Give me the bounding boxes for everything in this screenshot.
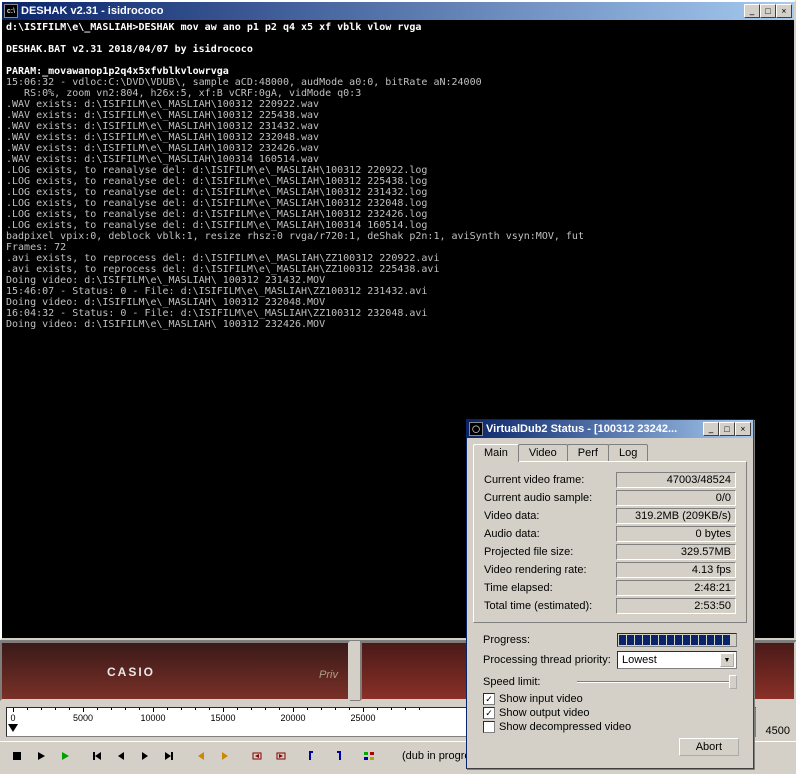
show-input-checkbox[interactable]: ✓ [483, 693, 495, 705]
show-output-checkbox[interactable]: ✓ [483, 707, 495, 719]
priority-dropdown[interactable]: Lowest ▼ [617, 651, 737, 669]
show-output-label: Show output video [499, 707, 590, 719]
mark-in-button[interactable] [302, 745, 324, 767]
status-label: Total time (estimated): [484, 600, 592, 612]
virtualdub-icon: ◯ [469, 422, 483, 436]
status-label: Current video frame: [484, 474, 584, 486]
show-decomp-checkbox[interactable] [483, 721, 495, 733]
status-titlebar[interactable]: ◯ VirtualDub2 Status - [100312 23242... … [467, 420, 753, 438]
show-input-label: Show input video [499, 693, 583, 705]
status-label: Video data: [484, 510, 539, 522]
status-maximize-button[interactable]: □ [719, 422, 735, 436]
cmd-icon: c:\ [4, 4, 18, 18]
progress-bar [617, 633, 737, 647]
timeline-marker[interactable] [8, 724, 18, 734]
tab-perf[interactable]: Perf [567, 444, 609, 461]
tick-label: 20000 [280, 713, 305, 723]
status-label: Time elapsed: [484, 582, 553, 594]
status-tabs: Main Video Perf Log [467, 438, 753, 461]
tick-label: 5000 [73, 713, 93, 723]
status-value: 47003/48524 [616, 472, 736, 488]
status-value: 4.13 fps [616, 562, 736, 578]
tab-main[interactable]: Main [473, 444, 519, 462]
speed-label: Speed limit: [483, 676, 540, 688]
status-title: VirtualDub2 Status - [100312 23242... [486, 423, 703, 435]
scene-prev-button[interactable] [246, 745, 268, 767]
status-value: 0/0 [616, 490, 736, 506]
tick-label: 15000 [210, 713, 235, 723]
chevron-down-icon: ▼ [720, 653, 734, 667]
play-output-button[interactable] [54, 745, 76, 767]
video-brand-text: CASIO [107, 665, 155, 679]
goto-start-button[interactable] [86, 745, 108, 767]
priority-label: Processing thread priority: [483, 654, 611, 666]
maximize-button[interactable]: □ [760, 4, 776, 18]
status-lower-panel: Progress: Processing thread priority: Lo… [473, 629, 747, 741]
status-label: Audio data: [484, 528, 540, 540]
status-value: 2:48:21 [616, 580, 736, 596]
progress-label: Progress: [483, 634, 530, 646]
play-input-button[interactable] [30, 745, 52, 767]
status-main-panel: Current video frame: 47003/48524 Current a… [473, 461, 747, 623]
priority-value: Lowest [622, 654, 657, 666]
key-prev-button[interactable] [190, 745, 212, 767]
slider-thumb[interactable] [729, 675, 737, 689]
goto-end-button[interactable] [158, 745, 180, 767]
minimize-button[interactable]: _ [744, 4, 760, 18]
status-value: 2:53:50 [616, 598, 736, 614]
speed-slider[interactable] [577, 673, 737, 691]
key-next-button[interactable] [214, 745, 236, 767]
mark-out-button[interactable] [326, 745, 348, 767]
tab-video[interactable]: Video [518, 444, 568, 461]
tick-label: 25000 [350, 713, 375, 723]
status-label: Video rendering rate: [484, 564, 587, 576]
tick-label: 10000 [140, 713, 165, 723]
filter-button[interactable] [358, 745, 380, 767]
scene-next-button[interactable] [270, 745, 292, 767]
timeline-end-label: 4500 [766, 725, 790, 737]
stop-button[interactable] [6, 745, 28, 767]
status-value: 329.57MB [616, 544, 736, 560]
status-label: Current audio sample: [484, 492, 592, 504]
step-back-button[interactable] [110, 745, 132, 767]
console-title: DESHAK v2.31 - isidrococo [21, 5, 744, 17]
status-value: 319.2MB (209KB/s) [616, 508, 736, 524]
input-video-pane[interactable]: CASIO Priv [0, 641, 350, 701]
show-decomp-label: Show decompressed video [499, 721, 631, 733]
status-value: 0 bytes [616, 526, 736, 542]
status-minimize-button[interactable]: _ [703, 422, 719, 436]
close-button[interactable]: × [776, 4, 792, 18]
tick-label: 0 [10, 713, 15, 723]
step-forward-button[interactable] [134, 745, 156, 767]
console-titlebar[interactable]: c:\ DESHAK v2.31 - isidrococo _ □ × [2, 2, 794, 20]
abort-button[interactable]: Abort [679, 738, 739, 756]
tab-log[interactable]: Log [608, 444, 648, 461]
status-close-button[interactable]: × [735, 422, 751, 436]
status-window: ◯ VirtualDub2 Status - [100312 23242... … [466, 419, 754, 769]
video-text-fragment: Priv [319, 669, 338, 681]
status-label: Projected file size: [484, 546, 573, 558]
